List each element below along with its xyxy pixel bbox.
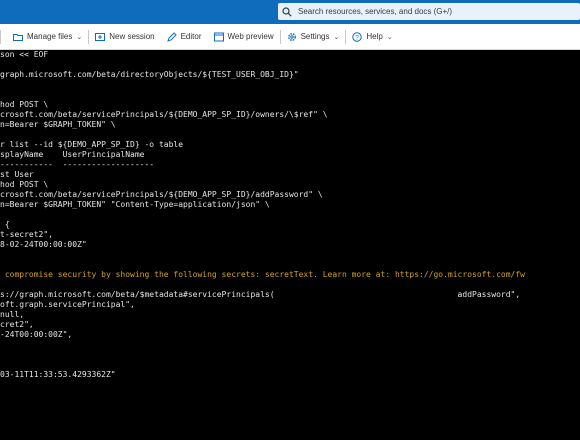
terminal-line: { (0, 220, 10, 229)
terminal-warning-line: compromise security by showing the follo… (0, 270, 525, 279)
help-label: Help (366, 32, 383, 41)
terminal-line: n=Bearer $GRAPH_TOKEN" "Content-Type=app… (0, 200, 270, 209)
editor-icon (166, 31, 177, 42)
terminal-line: graph.microsoft.com/beta/directoryObject… (0, 70, 299, 79)
terminal-line: 03-11T11:33:53.4293362Z" (0, 370, 116, 379)
terminal-line: crosoft.com/beta/servicePrincipals/${DEM… (0, 190, 323, 199)
help-button[interactable]: ? Help ⌄ (346, 24, 398, 49)
editor-label: Editor (180, 32, 202, 41)
terminal-output[interactable]: son << EOF graph.microsoft.com/beta/dire… (0, 50, 580, 440)
new-session-icon (95, 32, 106, 41)
global-search-box[interactable]: Search resources, services, and docs (G+… (278, 3, 580, 20)
terminal-line: null, (0, 310, 25, 319)
terminal-line: hod POST \ (0, 180, 49, 189)
terminal-line: crosoft.com/beta/servicePrincipals/${DEM… (0, 110, 328, 119)
terminal-line: ----------- ------------------- (0, 160, 155, 169)
new-session-label: New session (109, 32, 155, 41)
terminal-line: 8-02-24T00:00:00Z" (0, 240, 87, 249)
editor-button[interactable]: Editor (161, 24, 208, 49)
search-icon (282, 6, 292, 17)
terminal-line: -24T00:00:00Z", (0, 330, 73, 339)
gear-icon (287, 32, 296, 41)
web-preview-label: Web preview (227, 32, 274, 41)
cloud-shell-toolbar: Manage files ⌄ New session Editor Web pr… (0, 24, 580, 50)
terminal-line: hod POST \ (0, 100, 49, 109)
search-placeholder: Search resources, services, and docs (G+… (298, 7, 453, 16)
portal-top-bar: Search resources, services, and docs (G+… (0, 0, 580, 24)
new-session-button[interactable]: New session (89, 24, 160, 49)
toolbar-leading-divider (0, 24, 7, 49)
terminal-line: t-secret2", (0, 230, 53, 239)
terminal-line: cret2", (0, 320, 34, 329)
web-preview-icon (213, 32, 224, 41)
help-icon: ? (352, 31, 363, 42)
settings-button[interactable]: Settings ⌄ (281, 24, 346, 49)
terminal-line: st User (0, 170, 34, 179)
terminal-line: s://graph.microsoft.com/beta/$metadata#s… (0, 290, 521, 299)
terminal-line: r list --id ${DEMO_APP_SP_ID} -o table (0, 140, 184, 149)
manage-files-button[interactable]: Manage files ⌄ (7, 24, 88, 49)
terminal-line: n=Bearer $GRAPH_TOKEN" \ (0, 120, 116, 129)
settings-label: Settings (300, 32, 330, 41)
svg-text:?: ? (356, 34, 360, 41)
manage-files-label: Manage files (27, 32, 73, 41)
chevron-down-icon: ⌄ (333, 33, 340, 41)
chevron-down-icon: ⌄ (76, 33, 83, 41)
web-preview-button[interactable]: Web preview (208, 24, 280, 49)
chevron-down-icon: ⌄ (386, 33, 393, 41)
terminal-line: son << EOF (0, 50, 49, 59)
terminal-line: splayName UserPrincipalName (0, 150, 145, 159)
terminal-line: oft.graph.servicePrincipal", (0, 300, 135, 309)
folder-icon (13, 33, 23, 41)
